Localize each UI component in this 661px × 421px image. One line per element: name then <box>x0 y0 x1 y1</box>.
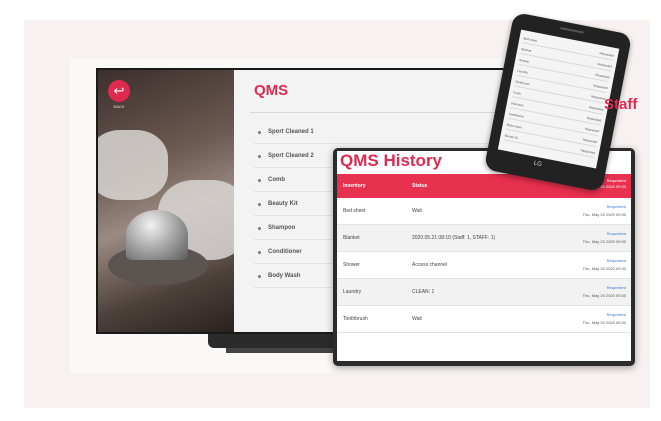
row-status: 2020.05.21 08:10 (Staff: 1, STAFF: 1) <box>412 235 496 241</box>
row-requested-link[interactable]: Requested <box>607 285 626 290</box>
phone-item-label: Blanket <box>521 47 532 53</box>
tv-list-item-label: Sport Cleaned 1 <box>268 129 314 135</box>
row-status: CLEAN: 1 <box>412 289 435 295</box>
row-time: Thu, May 20 2020 09:30 <box>582 239 626 244</box>
tv-title: QMS <box>254 82 289 99</box>
tablet-title: QMS History <box>340 151 443 170</box>
phone-item-status: Requested <box>599 51 615 58</box>
row-time: Thu, May 20 2020 09:30 <box>582 293 626 298</box>
phone-item-status: Requested <box>588 105 604 112</box>
row-requested-link[interactable]: Requested <box>607 312 626 317</box>
tv-list-item-label: Beauty Kit <box>268 201 298 207</box>
phone-item-label: Shampoo <box>510 101 524 108</box>
row-requested-link[interactable]: Requested <box>607 258 626 263</box>
table-row[interactable]: Laundry CLEAN: 1 Requested Thu, May 20 2… <box>337 279 631 306</box>
bell-icon <box>126 210 188 260</box>
column-header-status: Status <box>412 183 428 189</box>
row-requested-link[interactable]: Requested <box>607 204 626 209</box>
table-row[interactable]: Shower Access channel Requested Thu, May… <box>337 252 631 279</box>
phone-item-status: Requested <box>584 126 600 134</box>
row-status: Wait <box>412 316 422 322</box>
phone-item-label: Comb <box>512 90 522 96</box>
tv-list-item-label: Body Wash <box>268 273 301 279</box>
tv-list-item-label: Conditioner <box>268 249 302 255</box>
phone-speaker <box>559 27 584 34</box>
phone-item-label: Conditioner <box>508 111 525 119</box>
tv-list-item-label: Shampoo <box>268 225 296 231</box>
phone-item-status: Requested <box>582 137 598 145</box>
row-item: Blanket <box>343 235 360 241</box>
phone-item-label: Bed sheet <box>523 36 538 43</box>
tv-list-item-label: Sport Cleaned 2 <box>268 153 314 159</box>
phone-item-status: Requested <box>595 72 611 80</box>
bullet-icon <box>258 155 261 158</box>
phone-item-label: Toothbrush <box>514 79 531 87</box>
lg-logo: LG <box>533 160 543 168</box>
tv-divider <box>250 112 506 113</box>
back-arrow-icon: ↩ <box>113 83 125 98</box>
row-requested-link[interactable]: Requested <box>607 231 626 236</box>
table-row[interactable]: Blanket 2020.05.21 08:10 (Staff: 1, STAF… <box>337 225 631 252</box>
phone-item-label: Beauty Kit <box>504 133 519 141</box>
row-time: Thu, May 20 2020 09:30 <box>582 212 626 217</box>
glove-left <box>98 130 168 200</box>
row-item: Laundry <box>343 289 362 295</box>
bullet-icon <box>258 251 261 254</box>
phone-screen: Bed sheet Requested Blanket Requested Show… <box>497 29 620 169</box>
table-row[interactable]: Bed sheet Wait Requested Thu, May 20 202… <box>337 198 631 225</box>
bullet-icon <box>258 131 261 134</box>
row-item: Toothbrush <box>343 316 368 322</box>
phone-item-status: Requested <box>592 83 608 91</box>
row-item: Shower <box>343 262 360 268</box>
phone-item-label: Laundry <box>516 68 529 75</box>
bullet-icon <box>258 203 261 206</box>
phone-item-label: Shower <box>518 57 530 64</box>
row-status: Access channel <box>412 262 448 268</box>
concierge-bell-photo <box>98 70 234 332</box>
row-status: Wait <box>412 208 422 214</box>
phone-item-label: Body Wash <box>506 122 523 130</box>
row-time: Thu, May 20 2020 09:30 <box>582 266 626 271</box>
row-item: Bed sheet <box>343 208 366 214</box>
staff-label: Staff <box>604 96 638 113</box>
phone-item-status: Requested <box>597 61 613 69</box>
row-time: Thu, May 20 2020 09:30 <box>582 320 626 325</box>
back-label: BACK <box>113 104 125 109</box>
table-row[interactable]: Toothbrush Wait Requested Thu, May 20 20… <box>337 306 631 333</box>
tv-list-item-label: Comb <box>268 177 285 183</box>
bullet-icon <box>258 227 261 230</box>
phone-item-status: Requested <box>580 148 596 155</box>
bullet-icon <box>258 275 261 278</box>
bullet-icon <box>258 179 261 182</box>
phone-item-status: Requested <box>586 115 602 123</box>
column-header-inventory: Inventory <box>343 183 366 189</box>
tv-list-item[interactable]: Sport Cleaned 1 <box>254 124 506 144</box>
back-button[interactable]: ↩ <box>108 80 130 102</box>
